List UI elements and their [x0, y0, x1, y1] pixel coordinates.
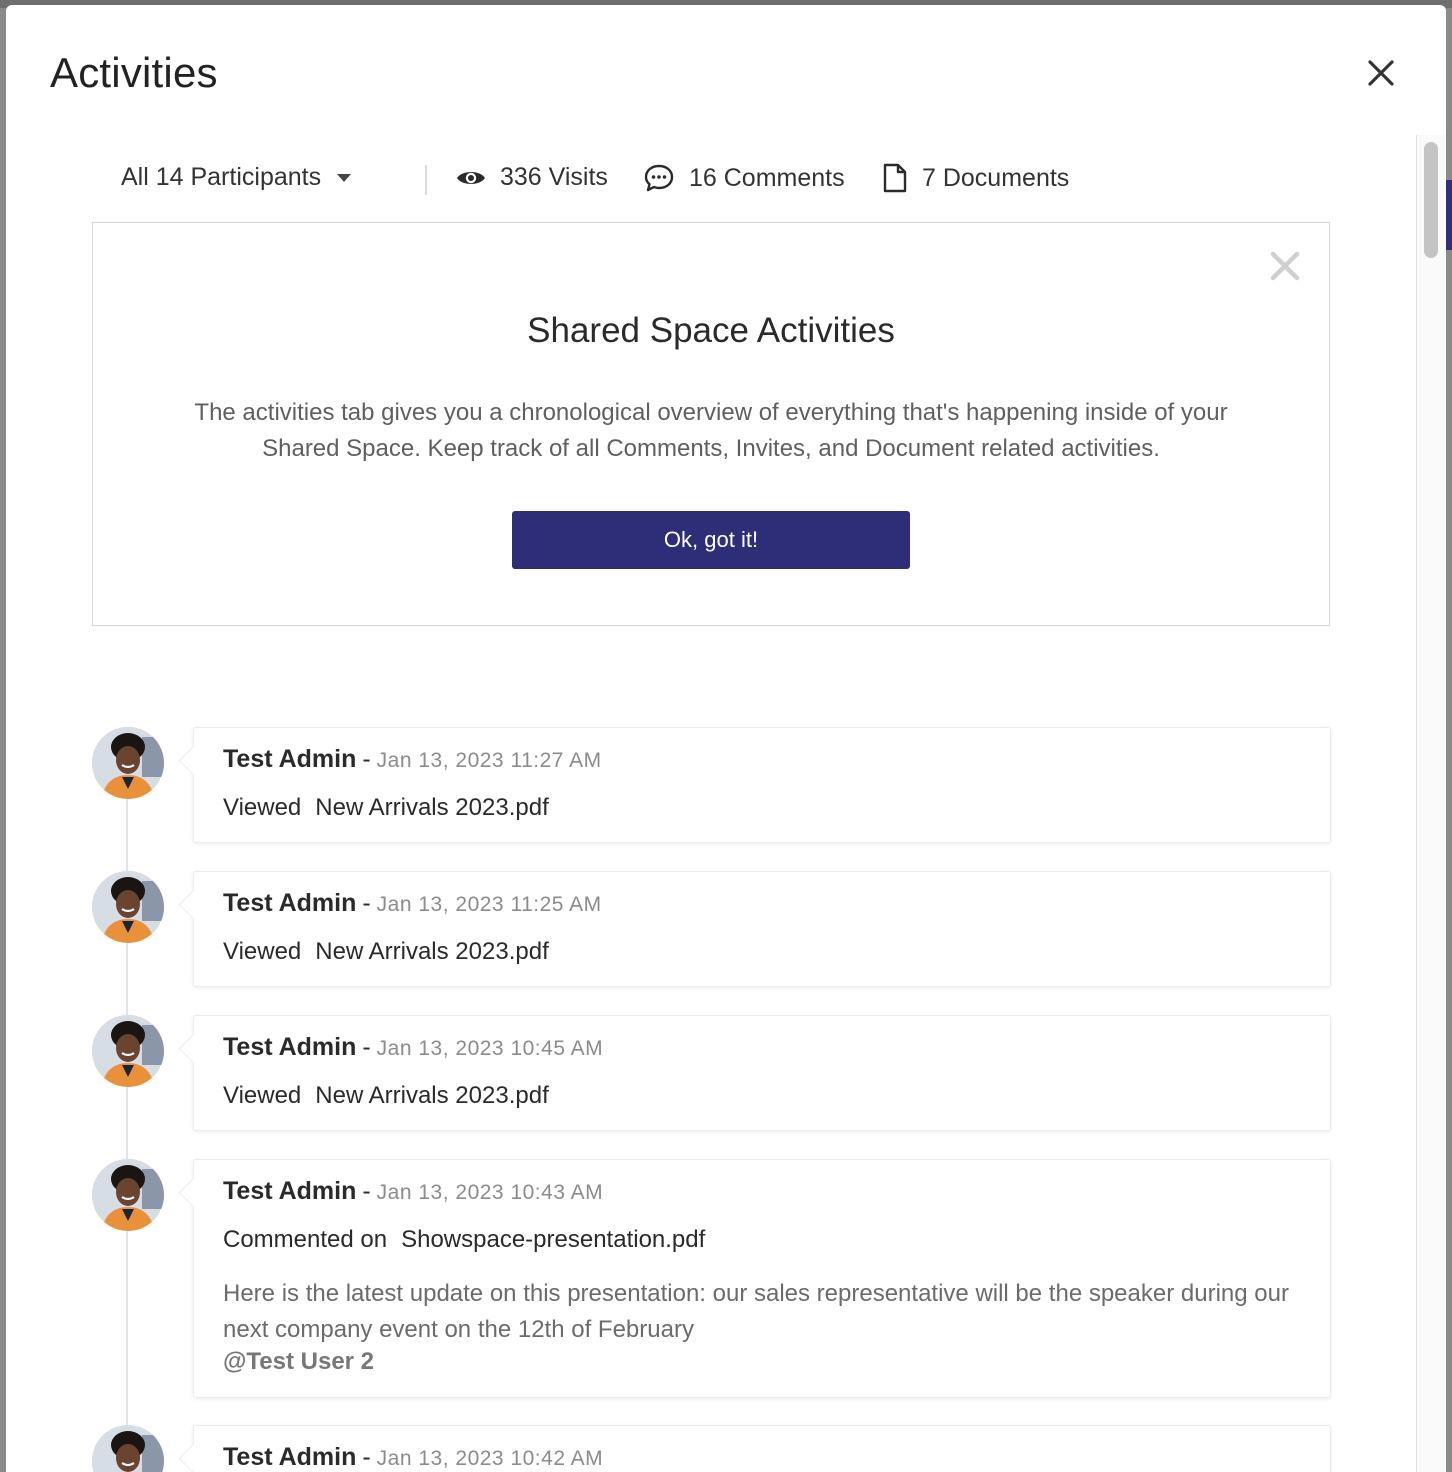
close-button[interactable] — [1361, 53, 1401, 93]
document-icon — [882, 163, 908, 193]
activity-description: Commented on Showspace-presentation.pdf — [223, 1226, 705, 1254]
separator: - — [362, 889, 371, 917]
activity-timestamp: Jan 13, 2023 11:25 AM — [376, 893, 602, 916]
activity-card: Test Admin - Jan 13, 2023 10:42 AM — [193, 1425, 1331, 1472]
divider — [425, 165, 427, 195]
activity-description: Viewed New Arrivals 2023.pdf — [223, 1082, 549, 1110]
separator: - — [362, 1033, 371, 1061]
participants-label: All 14 Participants — [121, 163, 322, 191]
activity-header: Test Admin - Jan 13, 2023 10:45 AM — [223, 1033, 603, 1062]
scrollbar-thumb[interactable] — [1424, 142, 1438, 258]
modal-title: Activities — [50, 49, 218, 96]
activity-card: Test Admin - Jan 13, 2023 11:25 AM Viewed N… — [193, 871, 1331, 987]
dismiss-info-button[interactable] — [1268, 249, 1302, 283]
user-mention[interactable]: @Test User 2 — [223, 1348, 374, 1376]
close-icon — [1368, 60, 1394, 86]
document-link[interactable]: New Arrivals 2023.pdf — [315, 1082, 548, 1109]
avatar — [92, 1425, 164, 1472]
author-name: Test Admin — [223, 889, 357, 917]
document-link[interactable]: New Arrivals 2023.pdf — [315, 794, 548, 821]
separator: - — [362, 745, 371, 773]
activity-description: Viewed New Arrivals 2023.pdf — [223, 938, 549, 966]
avatar — [92, 1159, 164, 1231]
activity-timestamp: Jan 13, 2023 10:43 AM — [376, 1181, 604, 1204]
activity-header: Test Admin - Jan 13, 2023 11:25 AM — [223, 889, 602, 918]
avatar — [92, 871, 164, 943]
comment-text: Here is the latest update on this presen… — [223, 1280, 1289, 1343]
comments-count: 16 Comments — [689, 163, 845, 192]
documents-count: 7 Documents — [922, 163, 1070, 192]
activity-verb: Viewed — [223, 1082, 302, 1109]
author-name: Test Admin — [223, 1443, 357, 1471]
author-name: Test Admin — [223, 1033, 357, 1061]
activity-timestamp: Jan 13, 2023 10:42 AM — [376, 1447, 604, 1470]
author-name: Test Admin — [223, 1177, 357, 1205]
activity-timestamp: Jan 13, 2023 10:45 AM — [376, 1037, 604, 1060]
visits-stat: 336 Visits — [456, 163, 608, 192]
separator: - — [362, 1443, 371, 1471]
info-description: The activities tab gives you a chronolog… — [194, 399, 1228, 462]
activity-card: Test Admin - Jan 13, 2023 11:27 AM Viewed N… — [193, 727, 1331, 843]
separator: - — [362, 1177, 371, 1205]
activity-header: Test Admin - Jan 13, 2023 11:27 AM — [223, 745, 602, 774]
author-name: Test Admin — [223, 745, 357, 773]
scrollbar-track[interactable] — [1416, 135, 1446, 1472]
activity-timestamp: Jan 13, 2023 11:27 AM — [376, 749, 602, 772]
eye-icon — [456, 168, 486, 188]
activity-verb: Commented on — [223, 1226, 388, 1253]
activity-description: Viewed New Arrivals 2023.pdf — [223, 794, 549, 822]
avatar — [92, 1015, 164, 1087]
visits-count: 336 Visits — [500, 163, 608, 191]
document-link[interactable]: New Arrivals 2023.pdf — [315, 938, 548, 965]
avatar — [92, 727, 164, 799]
activity-verb: Viewed — [223, 794, 302, 821]
onboarding-info-box: Shared Space Activities The activities t… — [92, 222, 1330, 626]
caret-down-icon — [337, 173, 352, 182]
activity-header: Test Admin - Jan 13, 2023 10:43 AM — [223, 1177, 603, 1206]
documents-stat: 7 Documents — [882, 163, 1069, 193]
stats-bar: All 14 Participants 336 Visits 16 Commen… — [6, 153, 1406, 203]
activity-card: Test Admin - Jan 13, 2023 10:45 AM Viewed N… — [193, 1015, 1331, 1131]
info-title: Shared Space Activities — [527, 311, 895, 350]
activity-header: Test Admin - Jan 13, 2023 10:42 AM — [223, 1443, 603, 1472]
document-link[interactable]: Showspace-presentation.pdf — [401, 1226, 705, 1253]
close-icon — [1270, 251, 1300, 281]
speech-bubble-icon — [643, 163, 675, 193]
activity-verb: Viewed — [223, 938, 302, 965]
comments-stat: 16 Comments — [643, 163, 845, 193]
ok-got-it-button[interactable]: Ok, got it! — [512, 511, 910, 569]
activities-modal: Activities All 14 Participants 336 Visit… — [6, 5, 1446, 1472]
participants-dropdown[interactable]: All 14 Participants — [121, 163, 352, 192]
activity-card: Test Admin - Jan 13, 2023 10:43 AM Comment… — [193, 1159, 1331, 1398]
